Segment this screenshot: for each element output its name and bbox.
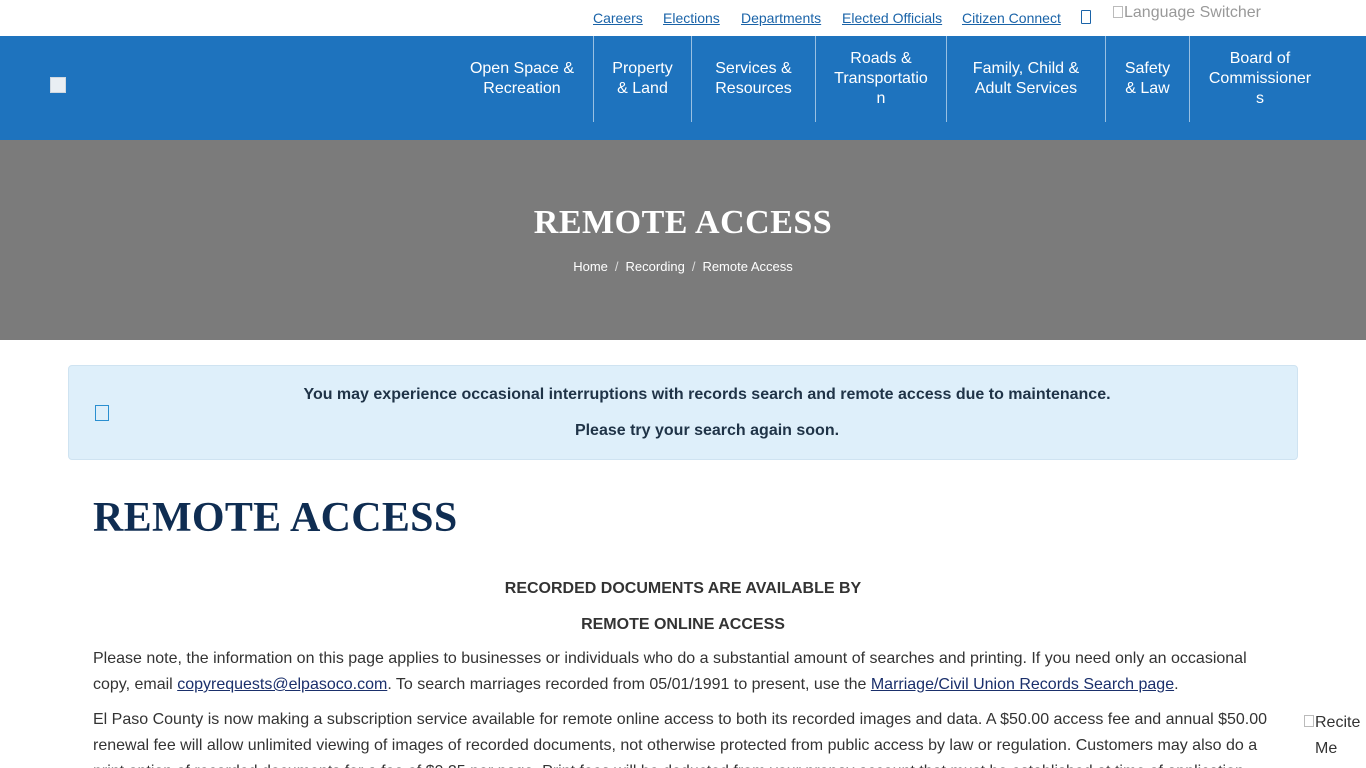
nav-item-line: Safety xyxy=(1124,60,1171,77)
alert-message-line: Please try your search again soon. xyxy=(574,422,840,439)
broken-image-icon xyxy=(1113,6,1123,18)
nav-item-line: n xyxy=(876,90,886,107)
breadcrumb-separator: / xyxy=(691,259,696,274)
recite-me-button[interactable]: Recite Me xyxy=(1304,710,1366,762)
nav-item-line: Recreation xyxy=(483,80,561,97)
breadcrumb-separator: / xyxy=(614,259,619,274)
nav-item-line: Transportatio xyxy=(834,70,928,87)
breadcrumb: Home / Recording / Remote Access xyxy=(0,259,1366,274)
page-hero: REMOTE ACCESS Home / Recording / Remote Acce… xyxy=(0,140,1366,340)
nav-item-line: Resources xyxy=(715,80,792,97)
nav-item-line: Board of xyxy=(1229,50,1291,67)
utility-link-careers[interactable]: Careers xyxy=(593,10,643,26)
nav-item-property-land[interactable]: Property & Land xyxy=(594,36,691,122)
paragraph-text: . xyxy=(1174,676,1179,693)
section-subheading: RECORDED DOCUMENTS ARE AVAILABLE BY xyxy=(504,580,862,597)
nav-item-line: Adult Services xyxy=(974,80,1078,97)
breadcrumb-home[interactable]: Home xyxy=(573,259,608,274)
utility-link-elected-officials[interactable]: Elected Officials xyxy=(842,10,942,26)
nav-item-services-resources[interactable]: Services & Resources xyxy=(692,36,815,122)
hero-title: REMOTE ACCESS xyxy=(533,204,833,241)
utility-link-citizen-connect[interactable]: Citizen Connect xyxy=(962,10,1061,26)
nav-item-open-space-recreation[interactable]: Open Space & Recreation xyxy=(462,36,582,122)
nav-item-roads-transportation[interactable]: Roads & Transportatio n xyxy=(816,36,946,122)
intro-paragraph: Please note, the information on this pag… xyxy=(93,646,1278,698)
section-subheading: REMOTE ONLINE ACCESS xyxy=(581,616,785,633)
nav-item-line: Roads & xyxy=(850,50,912,67)
nav-item-line: Commissioner xyxy=(1208,70,1312,87)
nav-item-safety-law[interactable]: Safety & Law xyxy=(1106,36,1189,122)
nav-item-line: & Land xyxy=(617,80,668,97)
recite-me-alt-text: Recite Me xyxy=(1315,714,1361,757)
alert-message-line: You may experience occasional interrupti… xyxy=(303,386,1111,403)
broken-image-icon xyxy=(1304,715,1314,727)
search-icon[interactable] xyxy=(1081,10,1091,24)
utility-link-elections[interactable]: Elections xyxy=(663,10,720,26)
breadcrumb-current: Remote Access xyxy=(702,259,793,274)
marriage-records-search-link[interactable]: Marriage/Civil Union Records Search page xyxy=(871,676,1174,693)
main-navigation: Open Space & Recreation Property & Land Se… xyxy=(0,36,1366,140)
nav-item-line: Family, Child & xyxy=(972,60,1080,77)
nav-item-line: Services & xyxy=(715,60,792,77)
nav-item-line: Open Space & xyxy=(469,60,575,77)
page-title: REMOTE ACCESS xyxy=(93,495,458,541)
maintenance-alert: You may experience occasional interrupti… xyxy=(68,365,1298,460)
nav-item-line: s xyxy=(1256,90,1264,107)
language-switcher-alt-text: Language Switcher xyxy=(1124,4,1261,21)
utility-link-departments[interactable]: Departments xyxy=(741,10,821,26)
county-logo[interactable] xyxy=(50,77,66,93)
nav-item-family-child-adult-services[interactable]: Family, Child & Adult Services xyxy=(947,36,1105,122)
breadcrumb-recording[interactable]: Recording xyxy=(626,259,685,274)
utility-bar: Careers Elections Departments Elected Of… xyxy=(0,0,1366,36)
nav-item-line: & Law xyxy=(1125,80,1170,97)
info-icon xyxy=(95,405,109,421)
nav-item-line: Property xyxy=(612,60,673,77)
language-switcher[interactable]: Language Switcher xyxy=(1113,4,1261,22)
paragraph-text: . To search marriages recorded from 05/0… xyxy=(387,676,871,693)
nav-item-board-of-commissioners[interactable]: Board of Commissioner s xyxy=(1190,36,1330,122)
copy-requests-email-link[interactable]: copyrequests@elpasoco.com xyxy=(177,676,387,693)
subscription-paragraph: El Paso County is now making a subscript… xyxy=(93,711,1268,768)
